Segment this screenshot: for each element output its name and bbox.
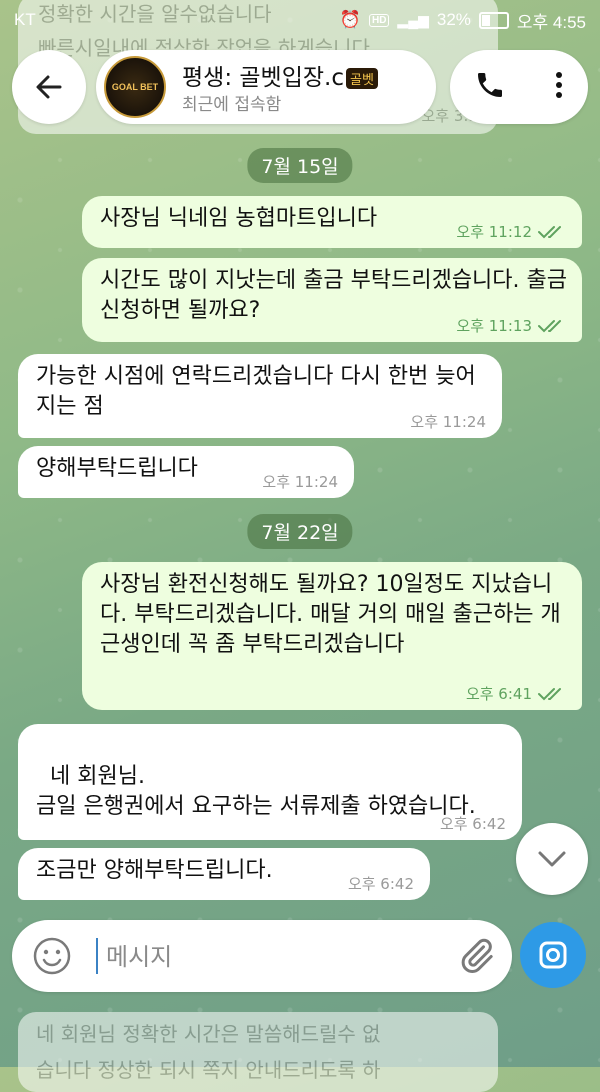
battery-percent: 32% [436, 10, 471, 29]
message-text: 양해부탁드립니다 [36, 456, 198, 481]
text-cursor [96, 938, 98, 974]
chat-title-bar[interactable]: GOAL BET 평생: 골벳입장.c 골벳 최근에 접속함 [96, 50, 436, 124]
reflected-message-bubble: 네 회원님 정확한 시간은 말씀해드릴수 없 습니다 정상한 되시 쪽지 안내드… [18, 1012, 498, 1092]
chat-title: 평생: 골벳입장.c 골벳 [182, 58, 378, 92]
reflected-message-line: 습니다 정상한 되시 쪽지 안내드리도록 하 [36, 1058, 381, 1082]
message-time: 오후 11:24 [410, 413, 486, 431]
emoji-button[interactable] [32, 936, 72, 980]
message-meta: 오후 6:41 [466, 686, 566, 702]
date-separator: 7월 15일 [247, 148, 353, 183]
clock: 오후 4:55 [516, 12, 586, 32]
message-meta: 오후 11:13 [456, 318, 566, 334]
attach-button[interactable] [456, 936, 496, 980]
message-time: 오후 6:42 [439, 815, 506, 833]
message-text: 사장님 환전신청해도 될까요? 10일정도 지났습니다. 부탁드리겠습니다. 매… [100, 572, 561, 657]
header-actions [450, 50, 588, 124]
back-button[interactable] [12, 50, 86, 124]
message-time: 오후 11:13 [456, 317, 532, 335]
message-time: 오후 6:41 [465, 685, 532, 703]
chevron-down-icon [538, 851, 566, 867]
outgoing-message[interactable]: 시간도 많이 지낫는데 출금 부탁드리겠습니다. 출금신청하면 될까요? 오후 … [82, 258, 582, 342]
message-input[interactable] [104, 936, 448, 978]
double-check-icon [538, 688, 561, 701]
status-bar: KT ⏰ HD ▂▄▆ 32% 오후 4:55 [0, 0, 600, 40]
date-separator: 7월 22일 [247, 514, 353, 549]
outgoing-message[interactable]: 사장님 닉네임 농협마트입니다 오후 11:12 [82, 196, 582, 248]
camera-button[interactable] [520, 922, 586, 988]
scroll-to-bottom-button[interactable] [516, 823, 588, 895]
message-time: 오후 11:12 [456, 223, 532, 241]
message-text: 사장님 닉네임 농협마트입니다 [100, 206, 378, 231]
avatar-label: GOAL BET [111, 82, 159, 92]
message-meta: 오후 11:12 [456, 224, 566, 240]
last-seen-status: 최근에 접속함 [182, 95, 282, 115]
chat-title-text: 평생: 골벳입장.c [182, 65, 344, 91]
reflected-message-line: 네 회원님 정확한 시간은 말씀해드릴수 없 [36, 1022, 381, 1046]
message-composer [12, 920, 512, 992]
message-text: 조금만 양해부탁드립니다. [36, 858, 273, 883]
message-text: 네 회원님. 금일 은행권에서 요구하는 서류제출 하였습니다. [36, 764, 476, 819]
camera-icon [539, 941, 567, 969]
paperclip-icon [461, 938, 493, 974]
incoming-message[interactable]: 네 회원님. 금일 은행권에서 요구하는 서류제출 하였습니다. 오후 6:42 [18, 724, 522, 840]
incoming-message[interactable]: 양해부탁드립니다 오후 11:24 [18, 446, 354, 498]
hd-icon: HD [368, 13, 390, 27]
message-time: 오후 6:42 [347, 875, 414, 893]
phone-icon [478, 73, 502, 97]
message-text: 시간도 많이 지낫는데 출금 부탁드리겠습니다. 출금신청하면 될까요? [100, 268, 568, 323]
incoming-message[interactable]: 조금만 양해부탁드립니다. 오후 6:42 [18, 848, 430, 900]
double-check-icon [538, 226, 561, 239]
avatar[interactable]: GOAL BET [104, 56, 166, 118]
double-check-icon [538, 320, 561, 333]
more-options-button[interactable] [554, 70, 564, 104]
battery-icon [478, 11, 509, 29]
carrier-label: KT [14, 10, 36, 29]
emoji-icon [33, 937, 71, 975]
more-vertical-icon [556, 72, 562, 98]
alarm-icon: ⏰ [339, 10, 361, 29]
title-badge: 골벳 [345, 68, 378, 89]
call-button[interactable] [474, 69, 506, 105]
message-text: 가능한 시점에 연락드리겠습니다 다시 한번 늦어지는 점 [36, 364, 476, 419]
incoming-message[interactable]: 가능한 시점에 연락드리겠습니다 다시 한번 늦어지는 점 오후 11:24 [18, 354, 502, 438]
signal-icon: ▂▄▆ [397, 11, 429, 28]
back-arrow-icon [36, 75, 62, 99]
outgoing-message[interactable]: 사장님 환전신청해도 될까요? 10일정도 지났습니다. 부탁드리겠습니다. 매… [82, 562, 582, 710]
message-time: 오후 11:24 [262, 473, 338, 491]
